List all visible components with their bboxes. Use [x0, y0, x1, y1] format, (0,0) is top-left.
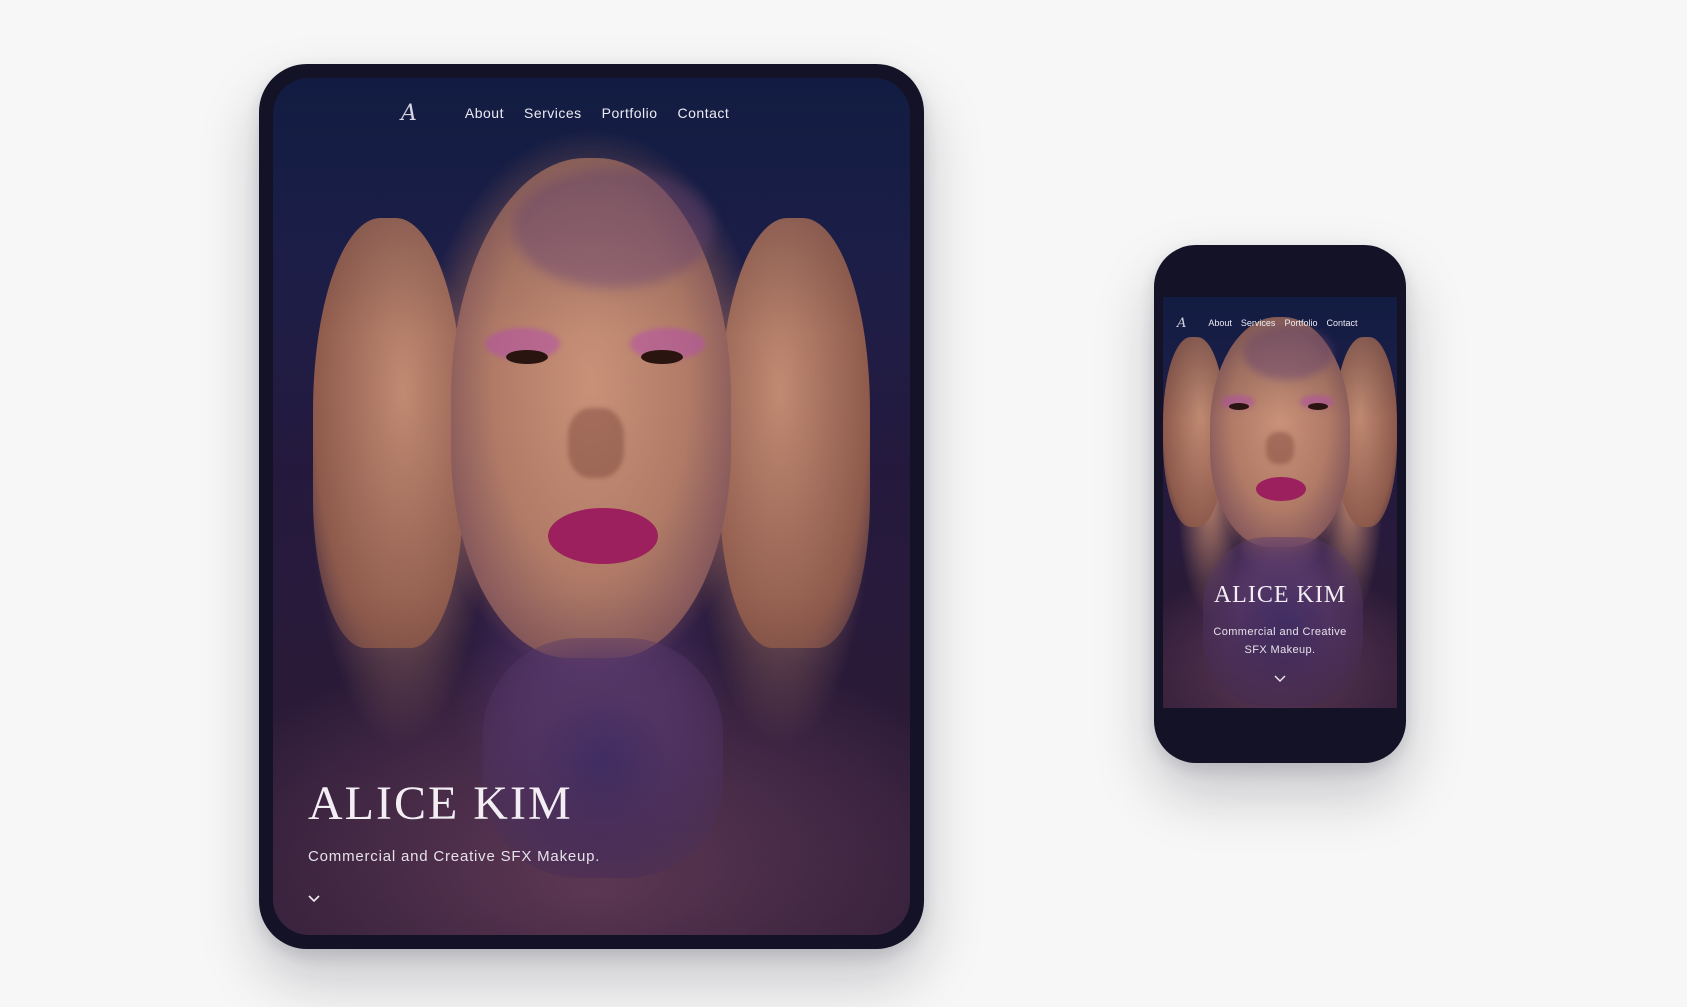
tablet-screen: A About Services Portfolio Contact ALICE…: [273, 78, 910, 935]
hero-title: ALICE KIM: [308, 777, 573, 830]
phone-nav: A About Services Portfolio Contact: [1177, 315, 1358, 331]
chevron-down-icon[interactable]: [307, 894, 321, 904]
nav-services-link[interactable]: Services: [524, 105, 582, 121]
nav-contact-link[interactable]: Contact: [678, 105, 730, 121]
nav-portfolio-link[interactable]: Portfolio: [602, 105, 658, 121]
hero-subtitle-line1: Commercial and Creative: [1213, 626, 1347, 638]
nav-about-link[interactable]: About: [465, 105, 504, 121]
hero-title: ALICE KIM: [1213, 582, 1347, 608]
chevron-down-icon[interactable]: [1274, 675, 1286, 683]
nav-contact-link[interactable]: Contact: [1326, 318, 1357, 328]
hero-subtitle-line2: SFX Makeup.: [1244, 644, 1316, 656]
hero-subtitle: Commercial and Creative SFX Makeup.: [308, 848, 601, 865]
phone-device: A About Services Portfolio Contact ALICE…: [1154, 245, 1406, 763]
tablet-device: A About Services Portfolio Contact ALICE…: [259, 64, 924, 949]
nav-portfolio-link[interactable]: Portfolio: [1284, 318, 1317, 328]
nav-about-link[interactable]: About: [1208, 318, 1232, 328]
signature-logo-icon[interactable]: A: [401, 101, 417, 126]
phone-screen: A About Services Portfolio Contact ALICE…: [1163, 297, 1397, 708]
signature-logo-icon[interactable]: A: [1177, 316, 1186, 331]
nav-services-link[interactable]: Services: [1241, 318, 1276, 328]
tablet-nav: A About Services Portfolio Contact: [401, 96, 729, 130]
showcase-stage: A About Services Portfolio Contact ALICE…: [0, 0, 1687, 1007]
